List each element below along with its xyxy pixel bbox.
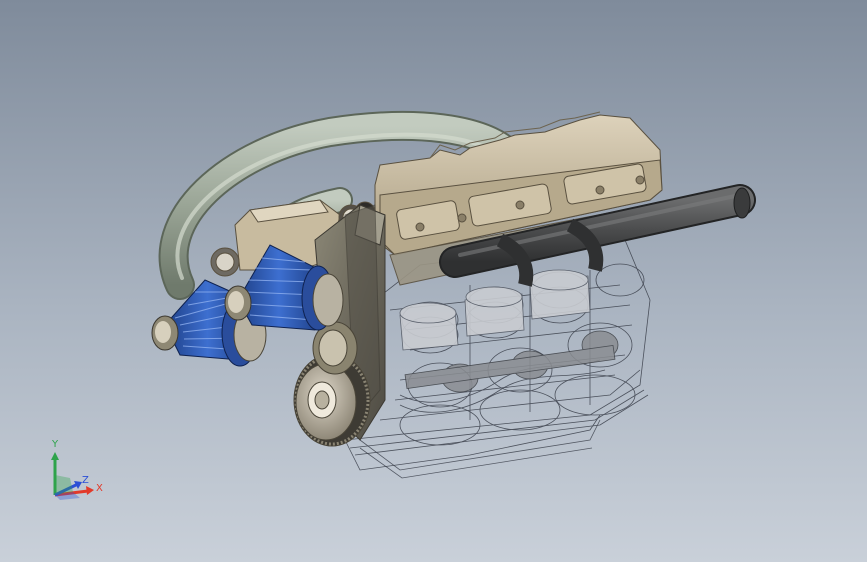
- triad-axes: [51, 452, 94, 500]
- view-orientation-triad[interactable]: Y X Z: [40, 440, 110, 510]
- triad-z-label: Z: [82, 475, 89, 486]
- oil-pan: [359, 419, 601, 479]
- triad-x-label: X: [96, 483, 103, 494]
- graphics-viewport[interactable]: Y X Z: [0, 0, 867, 562]
- engine-model[interactable]: [0, 0, 867, 562]
- triad-y-label: Y: [52, 439, 59, 450]
